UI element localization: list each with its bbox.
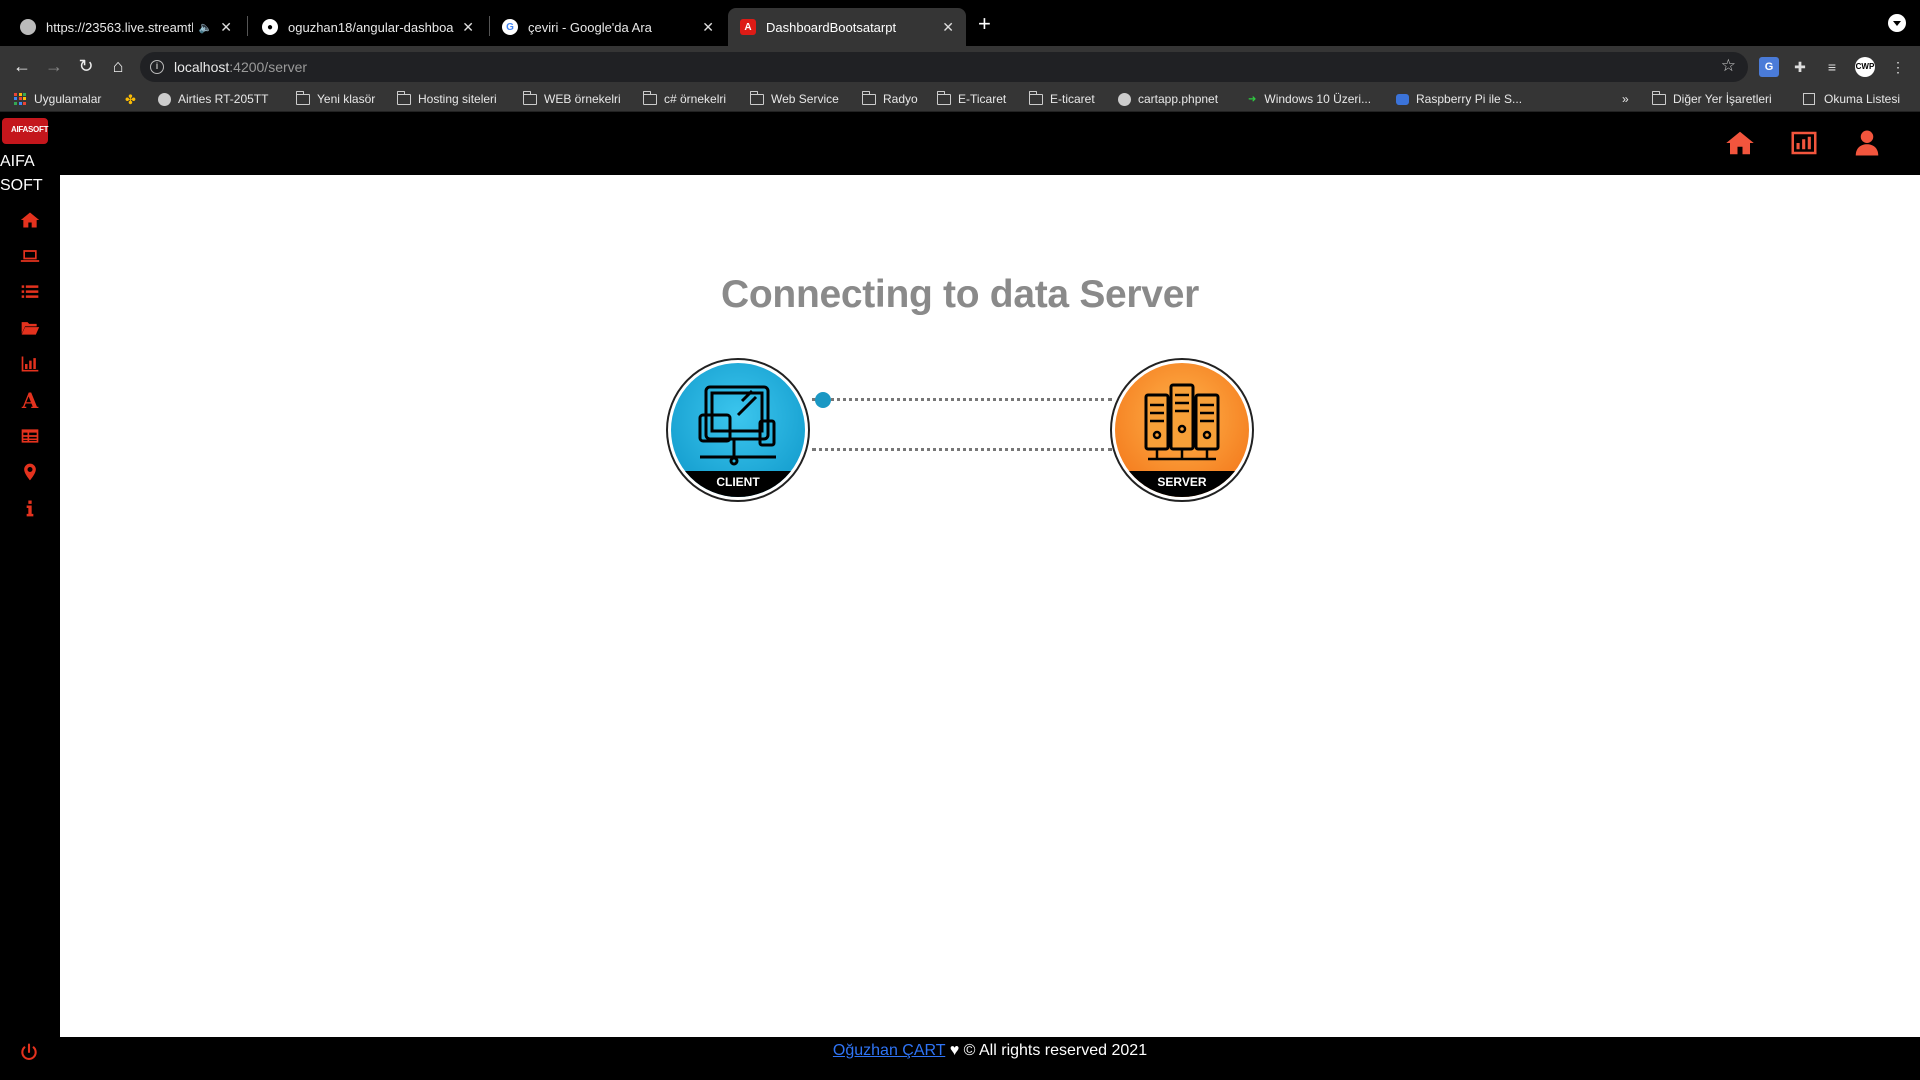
bookmark-apps[interactable]: Uygulamalar: [14, 92, 101, 106]
google-icon: G: [502, 19, 518, 35]
apps-icon: [14, 92, 27, 106]
power-icon[interactable]: [19, 1042, 41, 1064]
avatar[interactable]: CWP: [1855, 57, 1875, 77]
bookmark-raspberry[interactable]: Raspberry Pi ile S...: [1396, 92, 1522, 106]
globe-icon: [20, 19, 36, 35]
folder-icon: [396, 90, 411, 105]
bookmark-pinwheel[interactable]: ✤: [125, 92, 136, 108]
close-icon[interactable]: ✕: [942, 19, 954, 36]
bar-chart-icon[interactable]: [1789, 128, 1819, 158]
home-icon[interactable]: [19, 209, 41, 231]
tab-strip: https://23563.live.streamtheworld.com 🔈 …: [0, 0, 1920, 46]
bookmark-folder[interactable]: Hosting siteleri: [396, 90, 497, 106]
bookmark-windows[interactable]: ➜ Windows 10 Üzeri...: [1248, 92, 1371, 106]
back-icon[interactable]: ←: [10, 55, 34, 77]
upstream-line: [812, 398, 1112, 401]
table-icon[interactable]: [19, 425, 41, 447]
pinwheel-icon: ✤: [125, 92, 136, 107]
globe-icon: [1118, 92, 1131, 106]
globe-icon: [158, 92, 171, 106]
angular-icon: A: [740, 19, 756, 35]
logo[interactable]: AIFASOFT: [2, 114, 48, 152]
github-icon: ●: [262, 19, 278, 35]
bookmark-folder[interactable]: c# örnekelri: [642, 90, 726, 106]
folder-icon: [522, 90, 537, 105]
browser-toolbar: ← → ↻ ⌂ i localhost:4200/server ☆ G ✚ ≡ …: [0, 46, 1920, 88]
server-label: SERVER: [1115, 471, 1249, 497]
brand-name: AIFA SOFT: [0, 153, 43, 194]
reading-list[interactable]: Okuma Listesi: [1803, 92, 1900, 106]
bookmark-folder[interactable]: Yeni klasör: [295, 90, 375, 106]
tab-stream[interactable]: https://23563.live.streamtheworld.com 🔈 …: [8, 8, 244, 46]
tab-google[interactable]: G çeviri - Google'da Ara ✕: [490, 8, 726, 46]
folder-icon: [861, 90, 876, 105]
sidebar: AIFASOFT AIFA SOFT A: [0, 112, 60, 1080]
devices-icon: [698, 385, 776, 466]
map-marker-icon[interactable]: [19, 461, 41, 483]
author-link[interactable]: Oğuzhan ÇART: [833, 1042, 945, 1059]
bar-chart-icon[interactable]: [19, 353, 41, 375]
arrow-icon: ➜: [1248, 93, 1257, 105]
reload-icon[interactable]: ↻: [74, 55, 98, 77]
data-packet: [815, 392, 831, 408]
folder-icon: [1028, 90, 1043, 105]
folder-open-icon[interactable]: [19, 317, 41, 339]
folder-icon: [749, 90, 764, 105]
server-rack-icon: [1144, 383, 1220, 461]
address-bar[interactable]: i localhost:4200/server ☆: [140, 52, 1748, 82]
footer: Oğuzhan ÇART ♥ © All rights reserved 202…: [60, 1037, 1920, 1080]
close-icon[interactable]: ✕: [462, 19, 474, 36]
bookmark-airties[interactable]: Airties RT-205TT: [158, 92, 268, 106]
main-content: Connecting to data Server CLIENT SERVER: [60, 175, 1920, 1037]
new-tab-button[interactable]: +: [978, 12, 991, 36]
client-badge: CLIENT: [671, 363, 805, 497]
site-info-icon[interactable]: i: [150, 60, 164, 74]
bookmark-folder[interactable]: Radyo: [861, 90, 918, 106]
user-icon[interactable]: [1852, 128, 1882, 158]
bookmarks-bar: Uygulamalar ✤ Airties RT-205TT Yeni klas…: [0, 88, 1920, 112]
page-title: Connecting to data Server: [721, 273, 1199, 316]
server-badge: SERVER: [1115, 363, 1249, 497]
translate-icon[interactable]: G: [1759, 57, 1779, 77]
bookmark-folder[interactable]: Web Service: [749, 90, 839, 106]
home-icon[interactable]: ⌂: [106, 55, 130, 77]
media-icon[interactable]: ≡: [1822, 57, 1842, 77]
copyright-text: ♥ © All rights reserved 2021: [945, 1042, 1148, 1059]
tab-search-icon[interactable]: [1888, 14, 1906, 32]
other-bookmarks[interactable]: Diğer Yer İşaretleri: [1651, 90, 1772, 106]
client-node: CLIENT: [666, 358, 810, 502]
bookmark-cartapp[interactable]: cartapp.phpnet: [1118, 92, 1218, 106]
folder-icon: [1651, 90, 1666, 105]
app-page: AIFASOFT AIFA SOFT A Connecting to data …: [0, 112, 1920, 1080]
server-node: SERVER: [1110, 358, 1254, 502]
speaker-icon[interactable]: 🔈: [199, 21, 213, 34]
info-icon[interactable]: [19, 497, 41, 519]
bookmark-folder[interactable]: E-Ticaret: [936, 90, 1006, 106]
bookmark-folder[interactable]: WEB örnekelri: [522, 90, 621, 106]
bookmark-folder[interactable]: E-ticaret: [1028, 90, 1095, 106]
menu-icon[interactable]: ⋮: [1888, 57, 1908, 77]
downstream-line: [812, 448, 1112, 451]
folder-icon: [295, 90, 310, 105]
client-label: CLIENT: [671, 471, 805, 497]
home-icon[interactable]: [1725, 128, 1755, 158]
raspberry-icon: [1396, 93, 1409, 105]
list-icon[interactable]: [19, 281, 41, 303]
folder-icon: [642, 90, 657, 105]
extensions-icon[interactable]: ✚: [1790, 57, 1810, 77]
close-icon[interactable]: ✕: [220, 19, 232, 36]
folder-icon: [936, 90, 951, 105]
bookmarks-overflow[interactable]: »: [1622, 92, 1629, 106]
forward-icon[interactable]: →: [42, 55, 66, 77]
close-icon[interactable]: ✕: [702, 19, 714, 36]
font-icon[interactable]: A: [19, 388, 41, 413]
laptop-icon[interactable]: [19, 245, 41, 267]
tab-github[interactable]: ● oguzhan18/angular-dashboard ✕: [250, 8, 486, 46]
url-text: localhost:4200/server: [174, 59, 308, 75]
bookmark-star-icon[interactable]: ☆: [1721, 56, 1736, 76]
reading-list-icon: [1803, 93, 1815, 105]
tab-dashboard[interactable]: A DashboardBootsatarpt ✕: [728, 8, 966, 46]
top-navbar: [60, 112, 1920, 175]
